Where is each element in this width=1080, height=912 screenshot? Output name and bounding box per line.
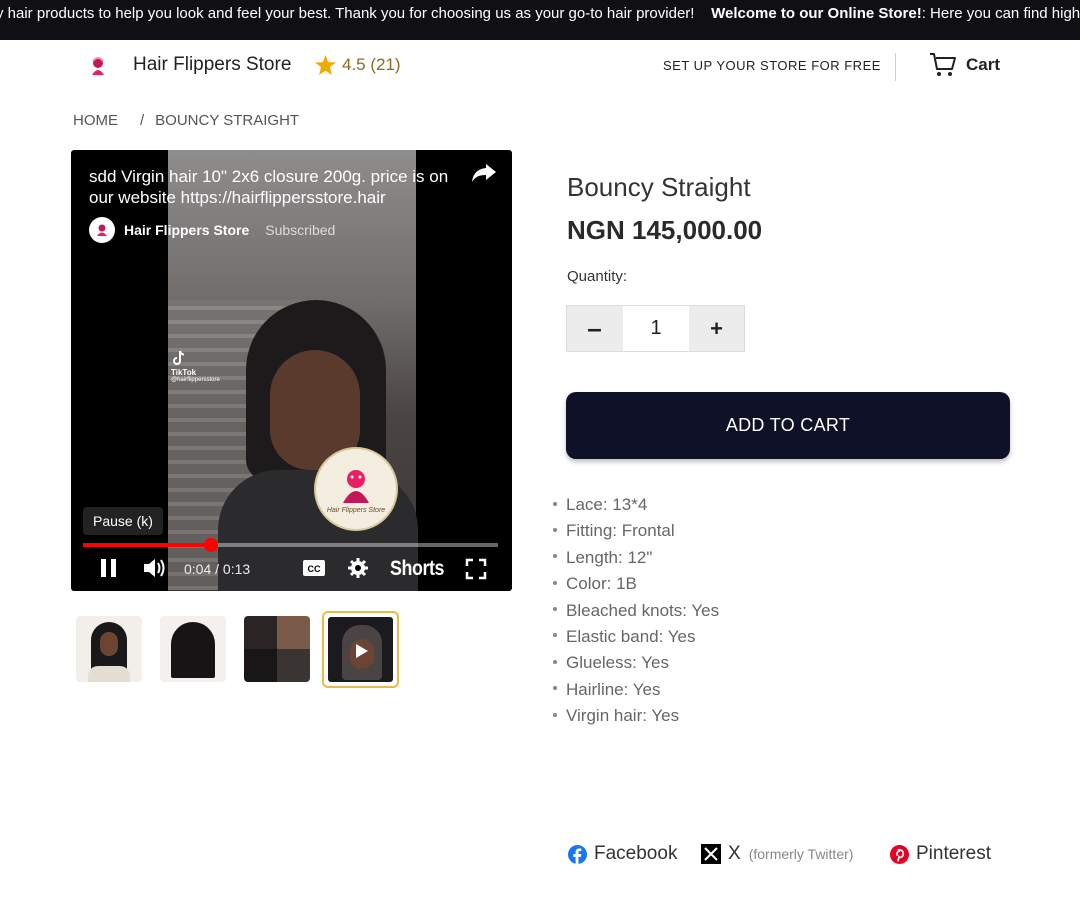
- spec-item: Hairline: Yes: [553, 677, 719, 703]
- thumb-front-view[interactable]: [76, 616, 142, 682]
- add-to-cart-button[interactable]: ADD TO CART: [566, 392, 1010, 459]
- cart-label: Cart: [966, 55, 1001, 74]
- tiktok-label: TikTok: [171, 368, 197, 377]
- thumb-back-view[interactable]: [160, 616, 226, 682]
- header-divider: [895, 53, 896, 81]
- pause-tooltip: Pause (k): [83, 507, 163, 535]
- cart-icon: [930, 53, 956, 76]
- spec-item: Fitting: Frontal: [553, 518, 719, 544]
- facebook-label: Facebook: [594, 843, 678, 864]
- progress-fill: [83, 543, 211, 547]
- captions-icon[interactable]: CC: [302, 558, 326, 583]
- product-specs: Lace: 13*4 Fitting: Frontal Length: 12" …: [553, 492, 719, 730]
- share-x[interactable]: X (formerly Twitter): [701, 843, 853, 865]
- store-rating[interactable]: 4.5 (21): [315, 55, 401, 75]
- subscribed-button[interactable]: Subscribed: [265, 222, 335, 238]
- x-note: (formerly Twitter): [748, 846, 854, 862]
- fullscreen-icon[interactable]: [465, 558, 487, 585]
- store-logo-icon: [92, 57, 104, 75]
- spec-item: Color: 1B: [553, 571, 719, 597]
- channel-avatar: [89, 217, 115, 243]
- progress-scrubber[interactable]: [203, 538, 218, 552]
- breadcrumb: HOME / BOUNCY STRAIGHT: [73, 112, 299, 129]
- product-price: NGN 145,000.00: [567, 215, 763, 245]
- quantity-input[interactable]: 1: [623, 306, 689, 351]
- x-icon: [701, 844, 721, 864]
- quantity-stepper: – 1 +: [566, 305, 745, 352]
- video-time: 0:04 / 0:13: [184, 561, 251, 577]
- ticker-welcome: Welcome to our Online Store!: [711, 5, 922, 22]
- cart-button[interactable]: Cart: [929, 52, 1000, 78]
- thumb-closeup-view[interactable]: [244, 616, 310, 682]
- share-facebook[interactable]: Facebook: [568, 843, 677, 865]
- tiktok-icon: [173, 350, 185, 365]
- breadcrumb-home[interactable]: HOME: [73, 112, 118, 129]
- product-title: Bouncy Straight: [567, 172, 751, 202]
- ticker-text-tail: : Here you can find high-: [921, 5, 1080, 22]
- video-player[interactable]: sdd Virgin hair 10" 2x6 closure 200g. pr…: [71, 150, 512, 591]
- volume-icon[interactable]: [142, 556, 168, 585]
- star-icon: [315, 55, 336, 75]
- ticker-text: y hair products to help you look and fee…: [0, 5, 695, 22]
- store-logo[interactable]: [82, 51, 114, 83]
- video-progress-bar[interactable]: [83, 538, 498, 552]
- video-channel[interactable]: Hair Flippers Store Subscribed: [89, 217, 335, 243]
- rating-value: 4.5 (21): [342, 55, 401, 74]
- spec-item: Length: 12": [553, 545, 719, 571]
- channel-name: Hair Flippers Store: [124, 222, 250, 238]
- announcement-ticker: y hair products to help you look and fee…: [0, 0, 1080, 40]
- pause-icon[interactable]: [99, 557, 119, 584]
- breadcrumb-current: BOUNCY STRAIGHT: [155, 112, 300, 129]
- site-header: Hair Flippers Store 4.5 (21) SET UP YOUR…: [0, 40, 1080, 94]
- badge-text: Hair Flippers Store: [326, 506, 386, 514]
- settings-gear-icon[interactable]: [347, 557, 369, 584]
- store-badge-logo: Hair Flippers Store: [314, 447, 398, 531]
- share-icon[interactable]: [471, 162, 497, 189]
- spec-item: Bleached knots: Yes: [553, 598, 719, 624]
- video-controls: 0:04 / 0:13 CC Shorts: [71, 553, 512, 585]
- pinterest-icon: [890, 844, 909, 864]
- share-pinterest[interactable]: Pinterest: [890, 843, 991, 865]
- video-title[interactable]: sdd Virgin hair 10" 2x6 closure 200g. pr…: [89, 166, 459, 208]
- spec-item: Elastic band: Yes: [553, 624, 719, 650]
- shorts-label[interactable]: Shorts: [390, 557, 444, 581]
- quantity-label: Quantity:: [567, 268, 628, 285]
- spec-item: Virgin hair: Yes: [553, 703, 719, 729]
- spec-item: Lace: 13*4: [553, 492, 719, 518]
- play-icon: [356, 644, 368, 658]
- quantity-increase-button[interactable]: +: [689, 306, 744, 351]
- store-name[interactable]: Hair Flippers Store: [133, 54, 291, 76]
- pinterest-label: Pinterest: [916, 843, 991, 864]
- quantity-decrease-button[interactable]: –: [567, 306, 622, 351]
- thumb-video[interactable]: [322, 611, 399, 688]
- breadcrumb-separator: /: [140, 112, 145, 129]
- tiktok-watermark: TikTok @hairflippersstore: [171, 350, 220, 383]
- x-label: X: [728, 843, 741, 864]
- facebook-icon: [568, 844, 587, 864]
- tiktok-handle: @hairflippersstore: [171, 377, 220, 383]
- spec-item: Glueless: Yes: [553, 650, 719, 676]
- svg-text:CC: CC: [308, 564, 321, 574]
- setup-store-link[interactable]: SET UP YOUR STORE FOR FREE: [663, 58, 881, 73]
